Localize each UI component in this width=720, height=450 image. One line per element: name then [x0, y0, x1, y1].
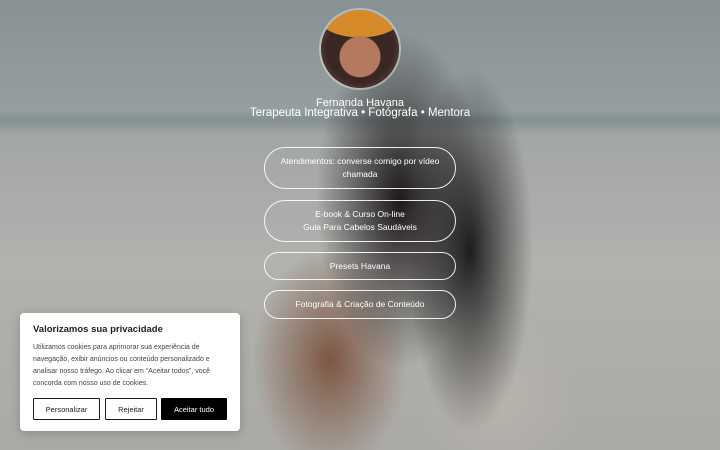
- link-button-ebook[interactable]: E-book & Curso On-line Guia Para Cabelos…: [264, 200, 456, 242]
- cookie-title: Valorizamos sua privacidade: [33, 324, 163, 335]
- link-label-line2: Guia Para Cabelos Saudáveis: [303, 222, 417, 232]
- link-button-fotografia[interactable]: Fotografia & Criação de Conteúdo: [264, 290, 456, 319]
- accept-all-button[interactable]: Aceitar tudo: [161, 398, 227, 420]
- link-label-line1: E-book & Curso On-line: [315, 209, 405, 219]
- link-label-line1: Atendimentos: converse comigo por vídeo: [280, 156, 440, 166]
- cookie-text: Utilizamos cookies para aprimorar sua ex…: [33, 344, 211, 387]
- reject-button[interactable]: Rejeitar: [105, 398, 157, 420]
- link-label: Fotografia & Criação de Conteúdo: [295, 299, 425, 309]
- link-button-presets[interactable]: Presets Havana: [264, 252, 456, 280]
- link-label: Presets Havana: [329, 260, 391, 271]
- avatar: [321, 10, 399, 88]
- cookie-banner: Valorizamos sua privacidade Utilizamos c…: [20, 313, 240, 431]
- link-label-line2: chamada: [342, 169, 378, 179]
- profile-tagline: Terapeuta Integrativa • Fotógrafa • Ment…: [249, 107, 471, 119]
- customize-button[interactable]: Personalizar: [33, 398, 100, 420]
- link-button-atendimentos[interactable]: Atendimentos: converse comigo por vídeo …: [264, 147, 456, 189]
